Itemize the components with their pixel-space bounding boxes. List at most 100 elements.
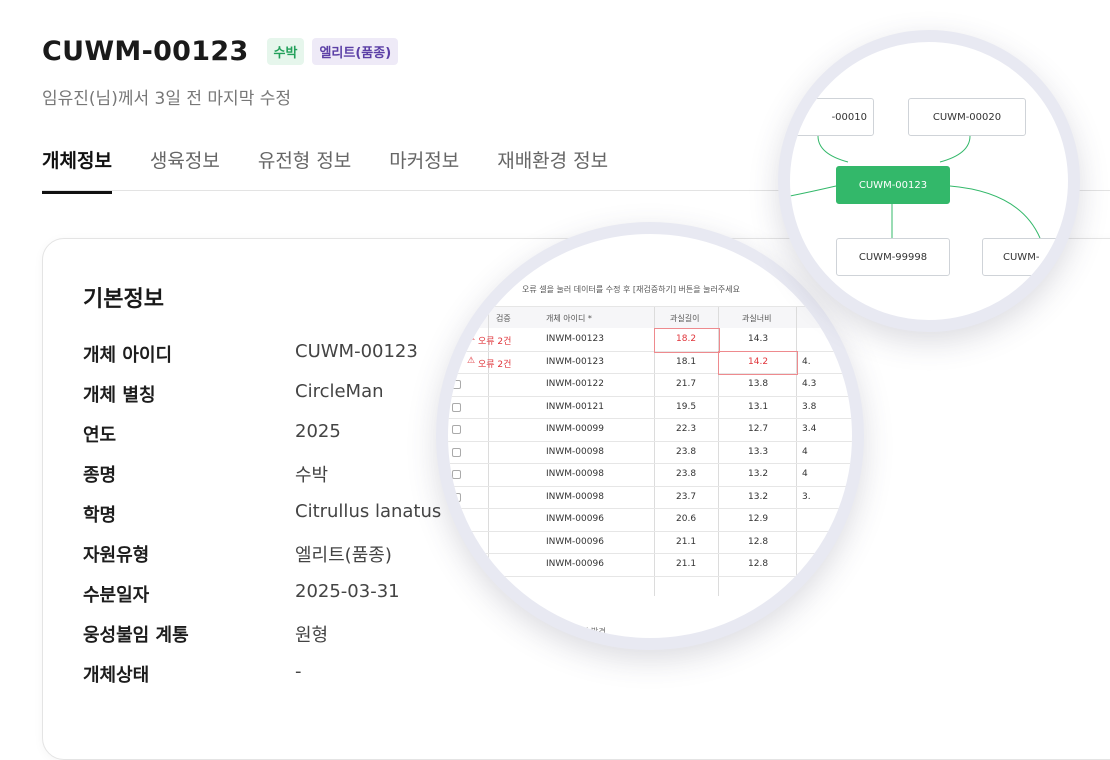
row-checkbox[interactable] [452, 425, 461, 434]
entity-id-cell: INWM-00123 [546, 356, 604, 367]
fruit-length-cell: 21.7 [676, 379, 697, 389]
lineage-tree-magnifier: -00010 CUWM-00020 CUWM-00123 CUWM-99998 … [778, 30, 1080, 332]
tab-growth-info[interactable]: 생육정보 [150, 146, 220, 194]
info-value: CUWM-00123 [295, 341, 418, 362]
info-value: - [295, 661, 302, 682]
fruit-width-cell: 13.8 [748, 379, 769, 389]
column-header-entity-id: 개체 아이디 * [546, 314, 592, 323]
entity-id-cell: INWM-00098 [546, 469, 604, 479]
row-separator [448, 553, 852, 554]
row-checkbox[interactable] [452, 380, 461, 389]
validation-error-status[interactable]: 오류 2건 [478, 357, 511, 370]
lineage-node-current[interactable]: CUWM-00123 [836, 166, 950, 204]
info-row-alias: 개체 별칭 CircleMan [83, 381, 384, 407]
extra-value-cell: 4. [802, 356, 811, 367]
info-label: 웅성불임 계통 [83, 625, 189, 646]
entity-id-cell: INWM-00121 [546, 401, 604, 412]
tab-marker-info[interactable]: 마커정보 [389, 146, 459, 194]
connector-line [939, 135, 971, 163]
entity-id-cell: INWM-00122 [546, 379, 604, 389]
tab-cultivation-env-info[interactable]: 재배환경 정보 [497, 146, 608, 194]
extra-value-cell: 4 [802, 469, 808, 479]
table-footer-text: 0건 발견 [576, 627, 606, 636]
fruit-length-cell: 21.1 [676, 559, 697, 569]
entity-id-cell: INWM-00096 [546, 536, 604, 547]
extra-value-cell: 3.8 [802, 401, 817, 412]
fruit-width-cell: 12.8 [748, 559, 769, 569]
info-row-year: 연도 2025 [83, 421, 341, 447]
entity-id-cell: INWM-00098 [546, 446, 604, 457]
column-header-fruit-width: 과실너비 [742, 314, 772, 323]
resource-type-badge: 엘리트(품종) [312, 38, 399, 65]
row-separator [448, 508, 852, 509]
fruit-width-cell: 14.3 [748, 334, 769, 344]
entity-id-cell: INWM-00123 [546, 334, 604, 344]
info-value: CircleMan [295, 381, 384, 402]
info-label: 개체 아이디 [83, 345, 173, 366]
row-checkbox[interactable] [452, 402, 461, 412]
lineage-node[interactable]: CUWM-00020 [908, 98, 1026, 136]
row-checkbox[interactable] [452, 537, 461, 547]
fruit-length-cell: 23.7 [676, 491, 697, 502]
validation-error-status[interactable]: 오류 2건 [478, 334, 511, 347]
fruit-width-cell: 13.1 [748, 401, 769, 412]
info-label: 연도 [83, 425, 117, 446]
info-row-resource-type: 자원유형 엘리트(품종) [83, 541, 392, 567]
info-label: 학명 [83, 505, 117, 526]
info-row-species: 종명 수박 [83, 461, 328, 487]
connector-line [817, 135, 849, 163]
info-label: 자원유형 [83, 545, 150, 566]
info-row-entity-id: 개체 아이디 CUWM-00123 [83, 341, 418, 367]
column-header-validation: 검증 [496, 314, 511, 323]
fruit-width-cell: 13.2 [748, 469, 769, 479]
fruit-length-cell: 20.6 [676, 514, 697, 524]
fruit-length-cell: 23.8 [676, 469, 697, 479]
row-checkbox[interactable] [452, 560, 461, 569]
error-cell-highlight[interactable] [718, 350, 798, 375]
connector-line [790, 185, 837, 197]
info-label: 수분일자 [83, 585, 150, 606]
row-checkbox[interactable] [452, 447, 461, 457]
tab-bar: 개체정보 생육정보 유전형 정보 마커정보 재배환경 정보 [42, 146, 646, 194]
fruit-width-cell: 13.3 [748, 446, 769, 457]
row-separator [448, 530, 852, 532]
lineage-node[interactable]: -00010 [790, 98, 874, 136]
info-value: 2025 [295, 421, 341, 442]
entity-id-cell: INWM-00096 [546, 559, 604, 569]
info-row-pollination-date: 수분일자 2025-03-31 [83, 581, 400, 607]
lineage-node[interactable]: CUWM- [982, 238, 1068, 276]
row-separator [448, 440, 852, 442]
fruit-width-cell: 12.7 [748, 424, 769, 434]
fruit-length-cell: 19.5 [676, 401, 697, 412]
entity-id-cell: INWM-00099 [546, 424, 604, 434]
fruit-length-cell: 22.3 [676, 424, 697, 434]
fruit-length-cell: 21.1 [676, 536, 697, 547]
section-title: 기본정보 [83, 287, 164, 312]
info-row-entity-status: 개체상태 - [83, 661, 302, 687]
tab-genotype-info[interactable]: 유전형 정보 [258, 146, 351, 194]
fruit-length-cell: 23.8 [676, 446, 697, 457]
info-value: 수박 [295, 465, 329, 486]
row-checkbox[interactable] [452, 515, 461, 524]
last-modified-text: 임유진(님)께서 3일 전 마지막 수정 [42, 89, 292, 109]
extra-value-cell: 3. [802, 491, 811, 502]
connector-line [949, 185, 1041, 239]
row-separator [448, 463, 852, 464]
column-header-fruit-length: 과실길이 [670, 314, 700, 323]
title-row: CUWM-00123 수박 엘리트(품종) [42, 36, 399, 67]
row-checkbox[interactable] [452, 470, 461, 479]
tab-entity-info[interactable]: 개체정보 [42, 146, 112, 194]
error-cell-highlight[interactable] [654, 328, 720, 353]
info-row-male-sterile-line: 웅성불임 계통 원형 [83, 621, 328, 647]
row-separator [448, 485, 852, 487]
row-checkbox[interactable] [452, 492, 461, 502]
info-label: 개체상태 [83, 665, 150, 686]
fruit-width-cell: 12.8 [748, 536, 769, 547]
lineage-node[interactable]: CUWM-99998 [836, 238, 950, 276]
row-separator [448, 395, 852, 397]
info-row-scientific-name: 학명 Citrullus lanatus [83, 501, 441, 527]
info-value: 2025-03-31 [295, 581, 400, 602]
extra-value-cell: 3.4 [802, 424, 817, 434]
info-value: 원형 [295, 625, 329, 646]
row-separator [448, 575, 852, 577]
